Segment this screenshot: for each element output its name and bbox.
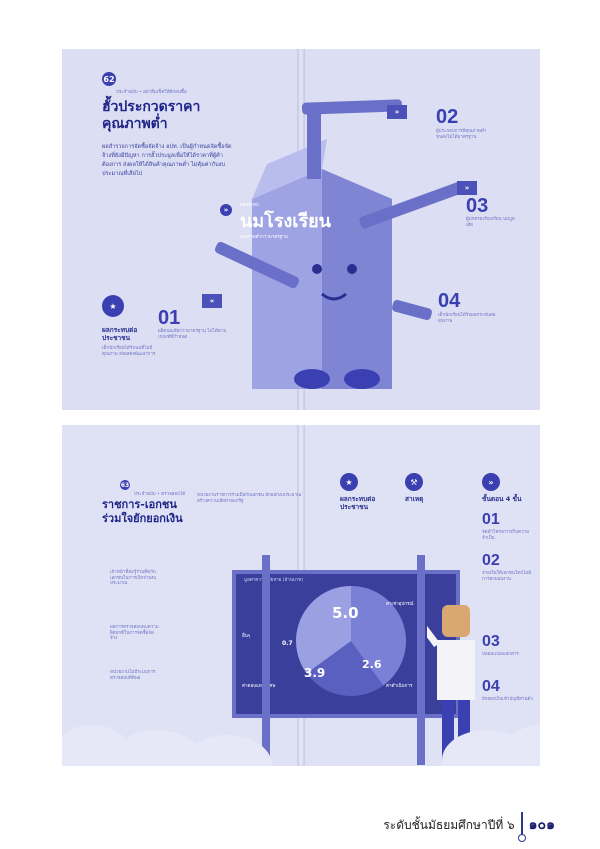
headline-line-1: ราชการ-เอกชน: [102, 498, 177, 511]
impact-text: เด็กนักเรียนได้รับนมที่ไม่มีคุณภาพ ส่งผล…: [102, 346, 156, 357]
step-1-number: 01: [482, 511, 500, 528]
page-number-badge: 62: [102, 72, 116, 86]
page-number-badge: 63: [120, 480, 130, 490]
impact-title: ผลกระทบต่อประชาชน: [102, 326, 138, 343]
steps-title: ขั้นตอน 4 ขั้น: [482, 495, 522, 503]
headline-line-2: ร่วมใจยักยอกเงิน: [102, 512, 183, 525]
step-2-text: จ่ายเงินให้เอกชนโดยไม่มีการส่งมอบงาน: [482, 571, 532, 582]
step-2-text: ผู้ประกอบการมีคุณภาพต่ำ ขนส่งไม่ได้มาตรฐ…: [436, 129, 487, 140]
step-1-text: ผลิตนมเสียกว่ามาตรฐาน ไม่ได้ตามเกณฑ์ที่ก…: [158, 329, 227, 340]
arm-tag-2: »: [387, 105, 407, 119]
step-2-number: 02: [482, 552, 500, 569]
page-number: 62: [103, 74, 115, 84]
label-c: อื่นๆ: [242, 634, 251, 639]
step-4-number: 04: [438, 290, 461, 312]
easel-leg-left: [262, 555, 270, 765]
footer-divider: [517, 812, 526, 842]
value-b: 2.6: [362, 658, 382, 671]
step-3-number: 03: [482, 633, 500, 650]
page-footer: ระดับชั้นมัธยมศึกษาปีที่ ๖ ๑๐๑: [383, 812, 555, 842]
product-label: ผลกระทบ: [240, 203, 259, 208]
headline-line-2: คุณภาพต่ำ: [102, 116, 168, 132]
cause-title: สาเหตุ: [405, 495, 424, 503]
step-3-text: ปลอมแปลงเอกสาร: [482, 652, 519, 657]
footer-dot: [517, 834, 526, 842]
step-4-text: ยักยอกเงินเข้าบัญชีส่วนตัว: [482, 697, 533, 702]
step-3-number: 03: [466, 195, 489, 217]
intro-text: หน่วยงานราชการร่วมมือกับเอกชน ยักยอกงบปร…: [197, 493, 302, 504]
step-3-text: ผู้ปกครองร้องเรียน นมบูดเสีย: [466, 217, 515, 228]
footer-caption: ระดับชั้นมัธยมศึกษาปีที่ ๖: [383, 817, 515, 832]
magazine-spread-photo-2: 63 ประจำฉบับ • ตรวจสอบได้ ราชการ-เอกชน ร…: [62, 425, 540, 766]
product-sub: คุณภาพต่ำกว่ามาตรฐาน: [240, 235, 288, 240]
page-number: 63: [120, 481, 130, 489]
label-b: ค่าดำเนินการ: [386, 684, 413, 689]
label-main: ค่าเช่าอุปกรณ์: [386, 602, 414, 607]
magazine-spread-photo-1: 62 ประจำฉบับ • อย่าลืมเช็คให้ดีก่อนซื้อ …: [62, 49, 540, 410]
cloud-decoration: [502, 725, 540, 766]
easel-leg-right: [417, 555, 425, 765]
value-a: 3.9: [304, 666, 326, 680]
value-c: 0.7: [282, 640, 293, 647]
side-text-2: ผลการตรวจสอบพบความผิดปกติในการจัดซื้อจัด…: [110, 625, 159, 642]
arm-tag-3: »: [457, 181, 477, 195]
cloud-decoration: [182, 735, 272, 766]
impact-title: ผลกระทบต่อประชาชน: [340, 495, 376, 512]
side-text-1: เจ้าหน้าที่สมรู้ร่วมคิดกับเอกชนในการเบิก…: [110, 570, 157, 587]
chevron-icon: »: [482, 473, 500, 491]
footer-page-number: ๑๐๑: [528, 817, 555, 833]
side-text-3: หน่วยงานไม่มีระบบการตรวจสอบที่ดีพอ: [110, 670, 156, 681]
star-icon: ★: [340, 473, 358, 491]
step-2-number: 02: [436, 106, 459, 128]
arm-tag-1: «: [202, 294, 222, 308]
chevron-icon: »: [220, 204, 232, 216]
label-a: ค่าตอบแทนพิเศษ: [242, 684, 276, 689]
board-title: มูลค่าความเสียหาย (ล้านบาท): [244, 578, 303, 583]
step-1-text: จัดทำโครงการเกินความจำเป็น: [482, 530, 530, 541]
headline-line-1: ฮั้วประกวดราคา: [102, 99, 201, 115]
hammer-icon: ⚒: [405, 473, 423, 491]
step-4-text: เด็กนักเรียนได้รับผลกระทบต่อสุขภาพ: [438, 313, 496, 324]
step-4-number: 04: [482, 678, 500, 695]
star-icon: ★: [102, 295, 124, 317]
product-name: นมโรงเรียน: [240, 211, 331, 232]
value-main: 5.0: [332, 604, 359, 622]
